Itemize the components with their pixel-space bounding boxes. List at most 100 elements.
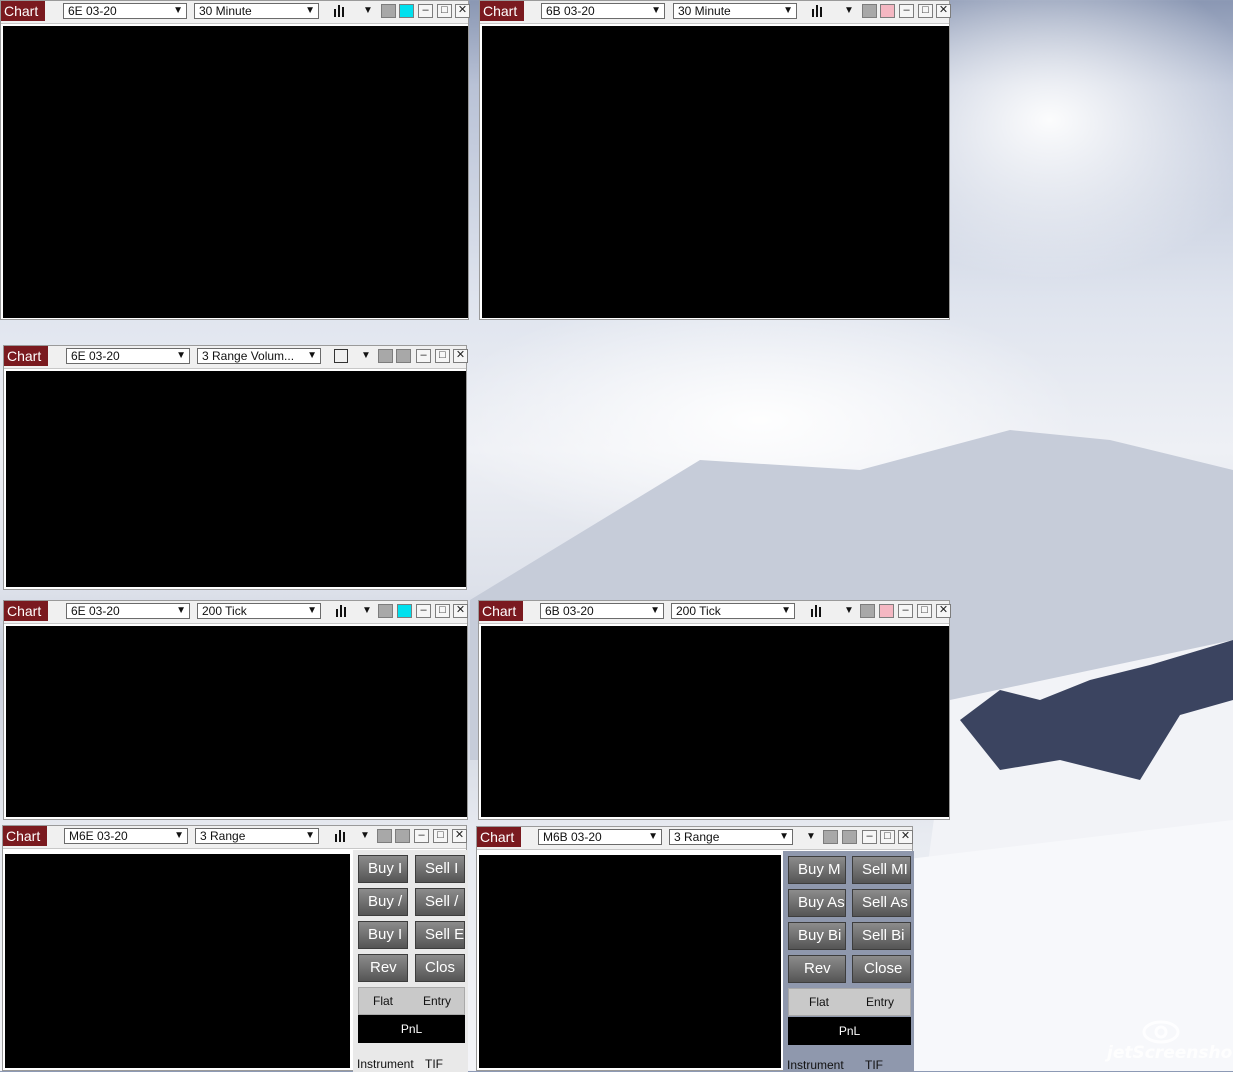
- buy-market-button[interactable]: Buy I: [358, 855, 408, 883]
- interval-value: 3 Range: [200, 829, 246, 843]
- chart-window-7[interactable]: Chart M6B 03-20 ▼ 3 Range ▼ ▼ – □ ✕ Buy M …: [476, 826, 914, 1072]
- chevron-down-icon[interactable]: ▼: [363, 4, 373, 18]
- minimize-icon[interactable]: –: [418, 4, 433, 18]
- close-position-button[interactable]: Close: [852, 955, 911, 983]
- color-swatch-link[interactable]: [396, 349, 411, 363]
- maximize-icon[interactable]: □: [435, 604, 450, 618]
- chart-canvas[interactable]: [479, 855, 781, 1068]
- instrument-selector[interactable]: 6E 03-20 ▼: [66, 348, 190, 364]
- color-swatch-gray[interactable]: [823, 830, 838, 844]
- minimize-icon[interactable]: –: [899, 4, 914, 18]
- color-swatch-link[interactable]: [399, 4, 414, 18]
- color-swatch-link[interactable]: [395, 829, 410, 843]
- chevron-down-icon[interactable]: ▼: [806, 830, 816, 844]
- interval-selector[interactable]: 3 Range ▼: [669, 829, 793, 845]
- chart-window-4[interactable]: Chart 6E 03-20 ▼ 200 Tick ▼ ▼ – □ ✕: [3, 600, 468, 820]
- maximize-icon[interactable]: □: [437, 4, 452, 18]
- chevron-down-icon[interactable]: ▼: [362, 604, 372, 618]
- close-icon[interactable]: ✕: [455, 4, 470, 18]
- chart-tab[interactable]: Chart: [1, 1, 45, 21]
- minimize-icon[interactable]: –: [898, 604, 913, 618]
- color-swatch-gray[interactable]: [860, 604, 875, 618]
- color-swatch-gray[interactable]: [378, 349, 393, 363]
- reverse-button[interactable]: Rev: [788, 955, 846, 983]
- chart-style-icon[interactable]: [811, 4, 825, 18]
- chart-tab[interactable]: Chart: [480, 1, 524, 21]
- interval-selector[interactable]: 3 Range Volum... ▼: [197, 348, 321, 364]
- color-swatch-gray[interactable]: [381, 4, 396, 18]
- chart-window-3[interactable]: Chart 6E 03-20 ▼ 3 Range Volum... ▼ ▼ – □ …: [3, 345, 468, 590]
- buy-bid-button[interactable]: Buy Bi: [788, 922, 846, 950]
- interval-selector[interactable]: 3 Range ▼: [195, 828, 319, 844]
- close-icon[interactable]: ✕: [453, 604, 468, 618]
- chart-canvas[interactable]: [481, 626, 949, 817]
- minimize-icon[interactable]: –: [414, 829, 429, 843]
- buy-bid-button[interactable]: Buy I: [358, 921, 408, 949]
- chart-canvas[interactable]: [6, 371, 466, 587]
- chart-tab[interactable]: Chart: [4, 601, 48, 621]
- sell-bid-button[interactable]: Sell E: [415, 921, 465, 949]
- buy-ask-button[interactable]: Buy As: [788, 889, 846, 917]
- minimize-icon[interactable]: –: [416, 604, 431, 618]
- color-swatch-link[interactable]: [880, 4, 895, 18]
- maximize-icon[interactable]: □: [917, 604, 932, 618]
- close-icon[interactable]: ✕: [452, 829, 467, 843]
- chart-tab[interactable]: Chart: [479, 601, 523, 621]
- chevron-down-icon[interactable]: ▼: [844, 604, 854, 618]
- reverse-button[interactable]: Rev: [358, 954, 408, 982]
- chart-window-6[interactable]: Chart M6E 03-20 ▼ 3 Range ▼ ▼ – □ ✕ Buy I …: [2, 825, 468, 1072]
- instrument-selector[interactable]: M6B 03-20 ▼: [538, 829, 662, 845]
- color-swatch-gray[interactable]: [378, 604, 393, 618]
- instrument-selector[interactable]: 6B 03-20 ▼: [541, 3, 665, 19]
- chart-window-5[interactable]: Chart 6B 03-20 ▼ 200 Tick ▼ ▼ – □ ✕: [478, 600, 951, 820]
- maximize-icon[interactable]: □: [880, 830, 895, 844]
- minimize-icon[interactable]: –: [862, 830, 877, 844]
- instrument-selector[interactable]: 6E 03-20 ▼: [63, 3, 187, 19]
- chart-tab[interactable]: Chart: [477, 827, 521, 847]
- color-swatch-link[interactable]: [879, 604, 894, 618]
- minimize-icon[interactable]: –: [416, 349, 431, 363]
- chart-style-icon[interactable]: [334, 349, 348, 363]
- maximize-icon[interactable]: □: [918, 4, 933, 18]
- interval-selector[interactable]: 200 Tick ▼: [671, 603, 795, 619]
- chart-style-icon[interactable]: [334, 829, 348, 843]
- chart-window-1[interactable]: Chart 6E 03-20 ▼ 30 Minute ▼ ▼ – □ ✕: [0, 0, 470, 320]
- chart-style-icon[interactable]: [333, 4, 347, 18]
- close-icon[interactable]: ✕: [898, 830, 913, 844]
- color-swatch-gray[interactable]: [862, 4, 877, 18]
- buy-market-button[interactable]: Buy M: [788, 856, 846, 884]
- sell-bid-button[interactable]: Sell Bi: [852, 922, 911, 950]
- chart-window-2[interactable]: Chart 6B 03-20 ▼ 30 Minute ▼ ▼ – □ ✕: [479, 0, 951, 320]
- close-icon[interactable]: ✕: [936, 4, 951, 18]
- instrument-selector[interactable]: M6E 03-20 ▼: [64, 828, 188, 844]
- interval-selector[interactable]: 200 Tick ▼: [197, 603, 321, 619]
- chart-canvas[interactable]: [6, 626, 467, 817]
- instrument-selector[interactable]: 6B 03-20 ▼: [540, 603, 664, 619]
- close-position-button[interactable]: Clos: [415, 954, 465, 982]
- interval-selector[interactable]: 30 Minute ▼: [194, 3, 319, 19]
- buy-ask-button[interactable]: Buy /: [358, 888, 408, 916]
- sell-market-button[interactable]: Sell I: [415, 855, 465, 883]
- chart-style-icon[interactable]: [335, 604, 349, 618]
- color-swatch-gray[interactable]: [377, 829, 392, 843]
- close-icon[interactable]: ✕: [936, 604, 951, 618]
- chart-canvas[interactable]: [5, 854, 350, 1068]
- color-swatch-link[interactable]: [842, 830, 857, 844]
- chart-style-icon[interactable]: [810, 604, 824, 618]
- sell-ask-button[interactable]: Sell As: [852, 889, 911, 917]
- interval-selector[interactable]: 30 Minute ▼: [673, 3, 797, 19]
- instrument-selector[interactable]: 6E 03-20 ▼: [66, 603, 190, 619]
- chevron-down-icon[interactable]: ▼: [361, 349, 371, 363]
- maximize-icon[interactable]: □: [433, 829, 448, 843]
- chart-tab[interactable]: Chart: [4, 346, 48, 366]
- chart-tab[interactable]: Chart: [3, 826, 47, 846]
- color-swatch-link[interactable]: [397, 604, 412, 618]
- chart-canvas[interactable]: [482, 26, 949, 318]
- chevron-down-icon[interactable]: ▼: [844, 4, 854, 18]
- maximize-icon[interactable]: □: [435, 349, 450, 363]
- chart-canvas[interactable]: [3, 26, 468, 318]
- sell-market-button[interactable]: Sell MI: [852, 856, 911, 884]
- close-icon[interactable]: ✕: [453, 349, 468, 363]
- chevron-down-icon[interactable]: ▼: [360, 829, 370, 843]
- sell-ask-button[interactable]: Sell /: [415, 888, 465, 916]
